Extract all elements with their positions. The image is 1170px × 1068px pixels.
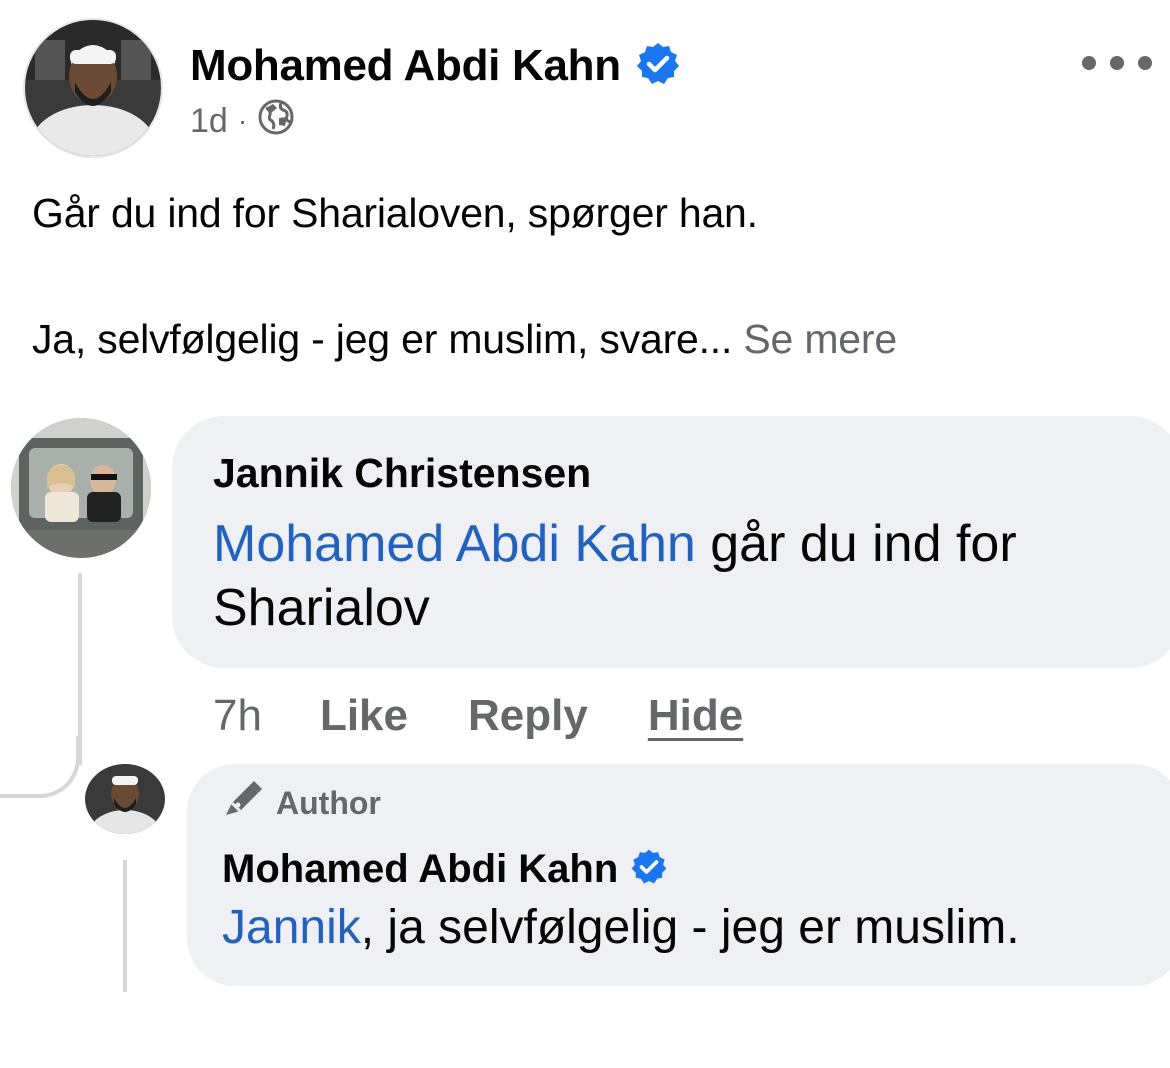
post-author-avatar[interactable] (23, 18, 163, 158)
meta-separator: · (237, 105, 248, 136)
ellipsis-dot (1138, 56, 1152, 70)
reply-author-row: Mohamed Abdi Kahn (222, 842, 668, 896)
post-text-line: Ja, selvfølgelig - jeg er muslim, svare.… (32, 316, 897, 363)
verified-badge-icon (635, 41, 681, 92)
post-author-row: Mohamed Abdi Kahn (190, 38, 681, 94)
thread-connector (123, 860, 127, 992)
more-options-button[interactable] (1082, 42, 1152, 84)
ellipsis-dot (1110, 56, 1124, 70)
comment-text-line: Sharialov (213, 579, 430, 637)
globe-icon[interactable] (257, 98, 295, 145)
comment-mention[interactable]: Mohamed Abdi Kahn (213, 515, 696, 573)
comment-text-line: Mohamed Abdi Kahn går du ind for (213, 512, 1017, 576)
reply-text-line: Jannik, ja selvfølgelig - jeg er muslim. (222, 896, 1020, 960)
see-more-link[interactable]: Se mere (743, 316, 897, 362)
pen-icon (222, 779, 264, 827)
verified-badge-icon (630, 848, 668, 891)
commenter-avatar[interactable] (11, 418, 151, 558)
post-text-truncated: Ja, selvfølgelig - jeg er muslim, svare.… (32, 316, 733, 362)
reply-button[interactable]: Reply (468, 691, 588, 741)
post-author-name[interactable]: Mohamed Abdi Kahn (190, 41, 621, 91)
comment-text-rest: går du ind for (695, 515, 1017, 573)
comment-actions: 7h Like Reply Hide (213, 688, 743, 744)
reply-text-rest: , ja selvfølgelig - jeg er muslim. (360, 901, 1020, 954)
comment-author-name[interactable]: Jannik Christensen (213, 450, 591, 497)
comment-timestamp[interactable]: 7h (213, 691, 262, 741)
post-timestamp[interactable]: 1d (190, 102, 228, 141)
reply-mention[interactable]: Jannik (222, 901, 361, 954)
post-text-line: Går du ind for Sharialoven, spørger han. (32, 190, 758, 236)
author-badge: Author (222, 780, 381, 826)
reply-author-avatar[interactable] (85, 764, 165, 834)
hide-button[interactable]: Hide (648, 691, 743, 741)
ellipsis-dot (1082, 56, 1096, 70)
thread-elbow (0, 736, 80, 798)
post-meta: 1d · (190, 98, 295, 144)
author-badge-label: Author (276, 784, 381, 821)
reply-author-name[interactable]: Mohamed Abdi Kahn (222, 847, 618, 892)
like-button[interactable]: Like (320, 691, 408, 741)
